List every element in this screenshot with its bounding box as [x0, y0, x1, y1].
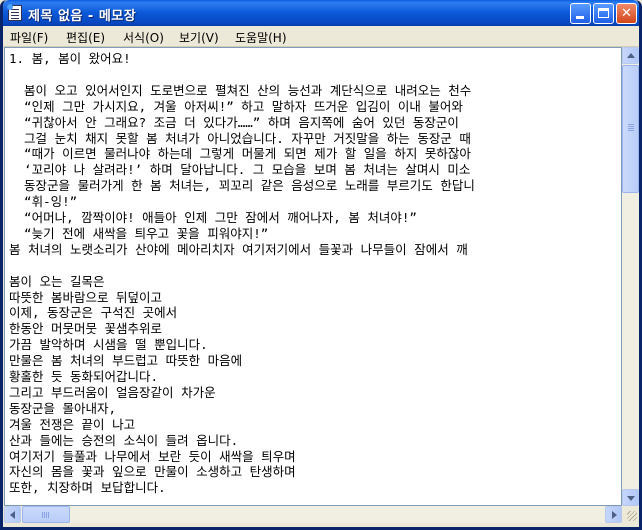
- text-line: “어머나, 깜짝이야! 애들아 인제 그만 잠에서 깨어나자, 봄 처녀야!”: [9, 210, 417, 225]
- arrow-down-icon: [627, 496, 635, 501]
- text-editor[interactable]: 1. 봄, 봄이 왔어요! 봄이 오고 있어서인지 도로변으로 펼쳐진 산의 능…: [4, 47, 622, 506]
- grip-icon: [42, 512, 43, 518]
- maximize-icon: [598, 8, 609, 18]
- text-line: ‘꼬리야 나 살려라!’ 하며 달아납니다. 그 모습을 보며 봄 처녀는 살며…: [9, 162, 471, 178]
- text-line: 봄 처녀의 노랫소리가 산야에 메아리치자 여기저기에서 들꽃과 나무들이 잠에…: [9, 241, 468, 257]
- title-bar[interactable]: 제목 없음 - 메모장 ✕: [3, 0, 639, 26]
- text-line: 산과 들에는 승전의 소식이 들려 옵니다.: [9, 432, 239, 448]
- text-line: 따뜻한 봄바람으로 뒤덮이고: [9, 289, 163, 305]
- arrow-right-icon: [612, 511, 617, 519]
- text-line: 만물은 봄 처녀의 부드럽고 따뜻한 마음에: [9, 353, 243, 369]
- text-line: “인제 그만 가시지요, 겨울 아저씨!” 하고 말하자 뜨거운 입김이 이내 …: [9, 98, 471, 114]
- text-line: “휘-잉!”: [9, 194, 78, 210]
- notepad-window: 제목 없음 - 메모장 ✕ 파일(F) 편집(E) 서식(O) 보기(V) 도움…: [0, 0, 642, 530]
- arrow-left-icon: [10, 511, 15, 519]
- text-line: 동장군을 몰아내자,: [9, 400, 117, 416]
- window-title: 제목 없음 - 메모장: [28, 9, 137, 24]
- menu-help[interactable]: 도움말(H): [235, 29, 287, 46]
- text-line: 그리고 부드러움이 얼음장같이 차가운: [9, 384, 216, 400]
- text-line: 1. 봄, 봄이 왔어요!: [9, 51, 131, 66]
- text-line: 겨울 전쟁은 끝이 나고: [9, 416, 136, 432]
- text-line: 봄이 오고 있어서인지 도로변으로 펼쳐진 산의 능선과 계단식으로 내려오는 …: [9, 82, 472, 98]
- menu-edit[interactable]: 편집(E): [66, 29, 105, 46]
- size-grip[interactable]: [622, 506, 639, 523]
- minimize-button[interactable]: [570, 3, 591, 24]
- text-line: “늦기 전에 새싹을 틔우고 꽃을 피워야지!”: [9, 225, 269, 241]
- resize-grip-icon: [627, 511, 637, 521]
- close-button[interactable]: ✕: [616, 3, 637, 24]
- scroll-down-button[interactable]: [622, 489, 639, 506]
- menu-format[interactable]: 서식(O): [123, 29, 164, 46]
- notepad-icon[interactable]: [7, 4, 22, 21]
- menu-bar: 파일(F) 편집(E) 서식(O) 보기(V) 도움말(H): [3, 26, 639, 47]
- vertical-scroll-thumb[interactable]: [622, 65, 639, 193]
- scroll-right-button[interactable]: [605, 506, 622, 523]
- scroll-up-button[interactable]: [622, 47, 639, 64]
- text-line: “귀찮아서 안 그래요? 조금 더 있다가……” 하며 음지쪽에 숨어 있던 동…: [9, 114, 459, 130]
- text-line: 여기저기 들풀과 나무에서 보란 듯이 새싹을 틔우며: [9, 448, 296, 464]
- scroll-left-button[interactable]: [4, 506, 21, 523]
- text-line: 동장군을 물러가게 한 봄 처녀는, 꾀꼬리 같은 음성으로 노래를 부르기도 …: [9, 178, 475, 194]
- horizontal-scrollbar[interactable]: [4, 506, 622, 523]
- text-line: 봄이 오는 길목은: [9, 273, 105, 289]
- text-line: 그걸 눈치 채지 못할 봄 처녀가 아니었습니다. 자꾸만 거짓말을 하는 동장…: [9, 130, 471, 146]
- menu-file[interactable]: 파일(F): [10, 29, 48, 46]
- text-line: 한동안 머뭇머뭇 꽃샘추위로: [9, 321, 163, 337]
- text-line: 가끔 발악하며 시샘을 떨 뿐입니다.: [9, 337, 208, 353]
- vertical-scrollbar[interactable]: [622, 47, 639, 506]
- text-line: 황홀한 듯 동화되어갑니다.: [9, 369, 159, 384]
- close-icon: ✕: [621, 6, 632, 21]
- text-line: 이제, 동장군은 구석진 곳에서: [9, 305, 178, 321]
- arrow-up-icon: [627, 53, 635, 58]
- text-line: 자신의 몸을 꽃과 잎으로 만물이 소생하고 탄생하며: [9, 464, 296, 480]
- maximize-button[interactable]: [593, 3, 614, 24]
- text-line: 또한, 치장하며 보답합니다.: [9, 480, 166, 496]
- minimize-icon: [576, 16, 584, 19]
- grip-icon: [628, 124, 634, 125]
- horizontal-scroll-thumb[interactable]: [22, 506, 70, 523]
- text-line: “때가 이르면 물러나야 하는데 그렇게 머물게 되면 제가 할 일을 하지 못…: [9, 146, 471, 162]
- menu-view[interactable]: 보기(V): [179, 29, 219, 46]
